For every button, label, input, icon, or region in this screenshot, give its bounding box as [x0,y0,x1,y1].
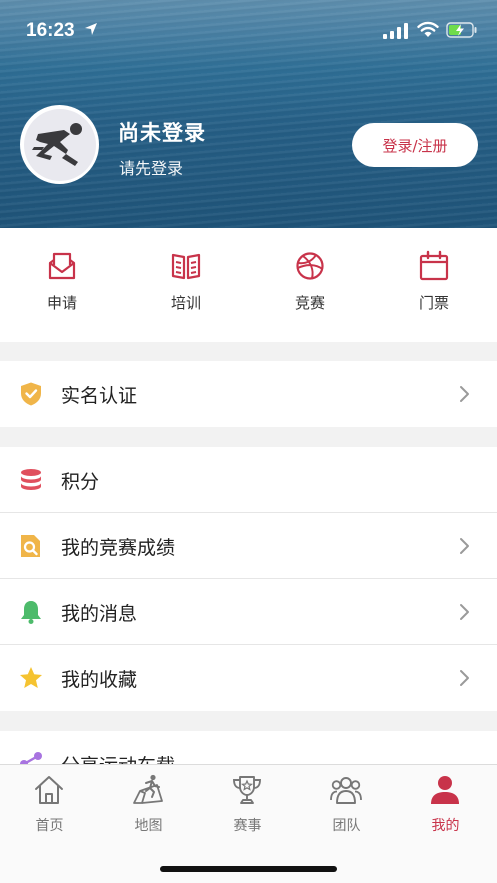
document-search-icon [21,535,40,557]
bell-icon [21,601,41,624]
menu-item-label: 实名认证 [61,385,138,407]
menu-item-favorites[interactable]: 我的收藏 [0,645,497,711]
menu-item-label: 积分 [61,471,100,493]
trophy-icon [233,776,261,804]
quick-actions: 申请 培训 竞赛 门票 [0,228,497,342]
person-icon [431,776,459,804]
runner-logo-icon [23,108,96,181]
menu-item-label: 我的收藏 [61,669,138,691]
tab-map[interactable]: 地图 [99,765,198,845]
status-bar: 16:23 [0,0,497,60]
star-icon [20,667,42,688]
wifi-icon [417,21,439,37]
cellular-signal-icon [383,23,408,39]
group-icon [330,777,362,804]
quick-action-training[interactable]: 培训 [124,228,248,342]
quick-action-competition[interactable]: 竞赛 [248,228,372,342]
tab-label: 首页 [35,818,64,834]
quick-action-label: 竞赛 [294,294,325,312]
menu-group-share: 分享运动车载 [0,731,497,764]
menu-item-real-name[interactable]: 实名认证 [0,361,497,427]
quick-action-label: 申请 [46,294,77,312]
tab-events[interactable]: 赛事 [198,765,297,845]
home-indicator[interactable] [160,866,337,872]
quick-action-label: 门票 [418,294,449,312]
tab-home[interactable]: 首页 [0,765,99,845]
envelope-icon [48,252,76,280]
tab-label: 地图 [134,818,163,834]
basketball-icon [296,252,324,280]
profile-name: 尚未登录 [118,121,206,145]
menu-group-verify: 实名认证 [0,361,497,427]
menu-item-label: 我的竞赛成绩 [61,537,176,559]
menu-item-share[interactable]: 分享运动车载 [0,731,497,764]
profile-header: 16:23 尚未登录 请先登录 登录/注册 [0,0,497,228]
home-icon [35,776,63,804]
chevron-right-icon [460,538,469,554]
login-register-button[interactable]: 登录/注册 [352,123,478,167]
avatar[interactable] [20,105,99,184]
menu-item-label: 我的消息 [61,603,138,625]
menu-item-messages[interactable]: 我的消息 [0,579,497,645]
database-icon [21,469,41,490]
tab-label: 团队 [332,818,361,834]
menu-item-points[interactable]: 积分 [0,447,497,513]
menu-group-main: 积分 我的竞赛成绩 我的消息 我的收藏 [0,447,497,711]
status-time: 16:23 [26,20,75,41]
chevron-right-icon [460,604,469,620]
battery-charging-icon [446,22,477,38]
quick-action-label: 培训 [170,294,201,312]
share-icon [20,752,42,764]
tab-label: 我的 [431,818,460,834]
tab-label: 赛事 [233,818,262,834]
map-runner-icon [133,774,163,804]
menu-item-label: 分享运动车载 [61,751,175,764]
tab-team[interactable]: 团队 [297,765,396,845]
menu-item-results[interactable]: 我的竞赛成绩 [0,513,497,579]
chevron-right-icon [460,386,469,402]
profile-subtitle: 请先登录 [119,159,184,178]
chevron-right-icon [460,670,469,686]
quick-action-apply[interactable]: 申请 [0,228,124,342]
location-arrow-icon [85,23,97,35]
tab-mine[interactable]: 我的 [396,765,495,845]
shield-check-icon [21,382,41,406]
quick-action-tickets[interactable]: 门票 [372,228,496,342]
calendar-icon [419,250,449,281]
book-icon [171,253,201,280]
